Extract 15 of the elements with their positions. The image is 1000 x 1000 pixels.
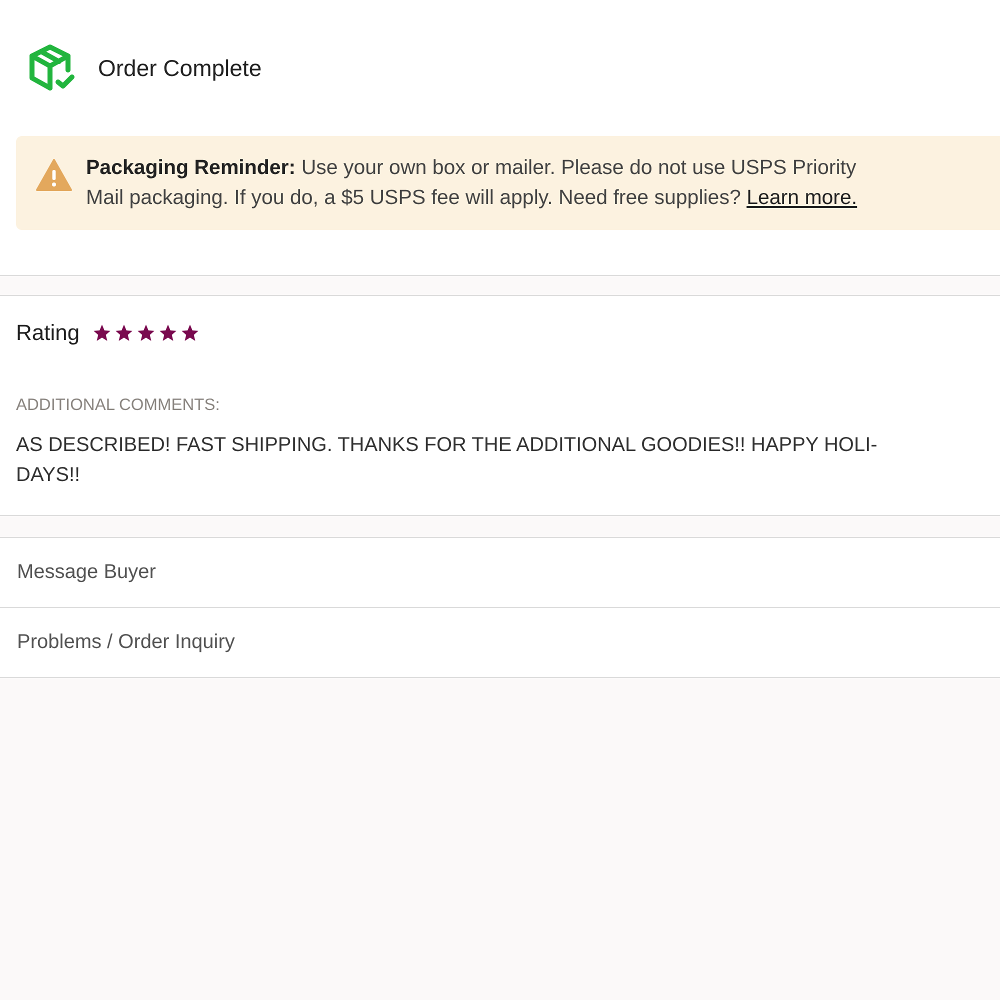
rating-label: Rating xyxy=(16,319,80,347)
action-row[interactable]: Problems / Order Inquiry xyxy=(0,608,1000,678)
comments-text: AS DESCRIBED! FAST SHIPPING. THANKS FOR THE ADDITIONAL GOODIES!! HAPPY HOLI-DAYS!! xyxy=(16,432,878,488)
page-title: Order Complete xyxy=(98,54,262,83)
reminder-text: Packaging Reminder: Use your own box or mailer. Please do not use USPS Priority Mail packaging. If you do, a $5 USPS fee will apply. Need free supplies? Learn more. xyxy=(86,155,858,211)
learn-more-link[interactable]: Learn more. xyxy=(746,186,858,209)
star-icon xyxy=(114,322,134,342)
comments-label: ADDITIONAL COMMENTS: xyxy=(16,395,221,416)
star-icon xyxy=(92,322,112,342)
warning-icon xyxy=(36,159,72,191)
star-icon xyxy=(136,322,156,342)
star-icon xyxy=(180,322,200,342)
action-row[interactable]: Message Buyer xyxy=(0,538,1000,608)
star-icon xyxy=(158,322,178,342)
package-check-icon xyxy=(28,44,76,92)
